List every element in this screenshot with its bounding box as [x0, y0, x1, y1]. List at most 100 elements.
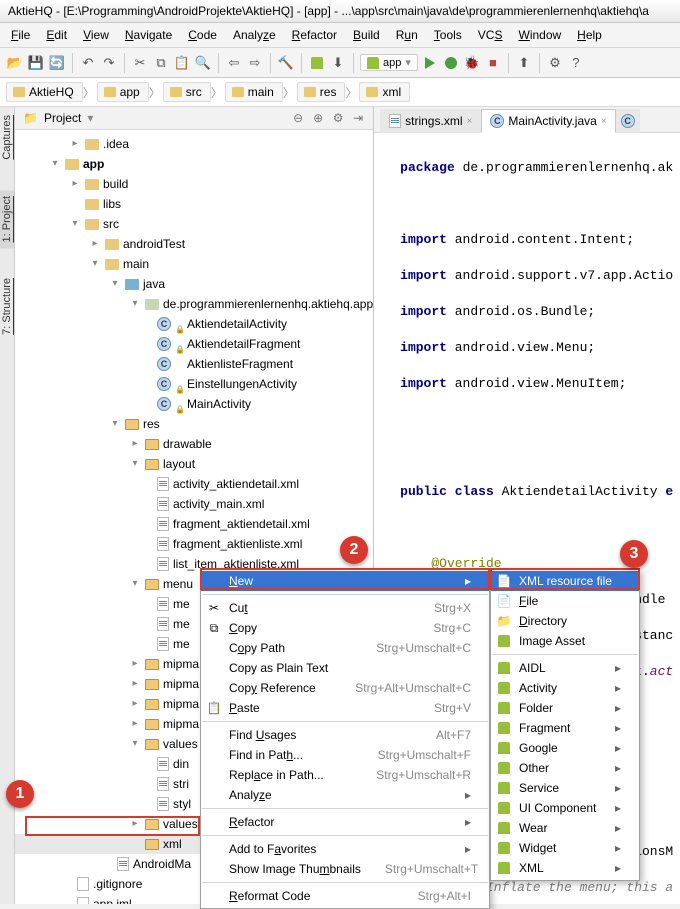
ctx-show-thumbnails[interactable]: Show Image ThumbnailsStrg+Umschalt+T [201, 859, 489, 879]
android-icon [497, 841, 511, 855]
new-fragment[interactable]: Fragment▸ [491, 718, 639, 738]
menu-run[interactable]: Run [389, 26, 425, 44]
run-config-selector[interactable]: app ▾ [360, 54, 418, 71]
toolwin-captures[interactable]: Captures [1, 115, 13, 160]
project-icon: 📁 [23, 111, 38, 125]
android-icon [497, 761, 511, 775]
menu-file[interactable]: File [4, 26, 37, 44]
close-icon[interactable]: × [601, 116, 607, 127]
ctx-analyze[interactable]: Analyze▸ [201, 785, 489, 805]
class-icon: C [490, 114, 504, 128]
undo-icon[interactable]: ↶ [79, 54, 97, 72]
make-icon[interactable]: 🔨 [277, 54, 295, 72]
sync-icon[interactable]: 🔄 [48, 54, 66, 72]
new-xml-resource[interactable]: 📄XML resource file [491, 571, 639, 591]
android-icon [497, 634, 511, 648]
callout-badge-2: 2 [340, 536, 368, 564]
new-wear[interactable]: Wear▸ [491, 818, 639, 838]
copy-icon[interactable]: ⧉ [152, 54, 170, 72]
crumb-app[interactable]: app [97, 82, 149, 102]
crumb-main[interactable]: main [225, 82, 283, 102]
toolwin-structure[interactable]: 7: Structure [1, 278, 13, 335]
debug-icon[interactable] [442, 54, 460, 72]
sdk-icon[interactable]: ⬇ [329, 54, 347, 72]
tab-more[interactable]: C [616, 109, 640, 133]
main-toolbar: 📂 💾 🔄 ↶ ↷ ✂ ⧉ 📋 🔍 ⇦ ⇨ 🔨 ⬇ app ▾ 🐞 ■ ⬆ ⚙ … [0, 48, 680, 78]
ctx-copy-ref[interactable]: Copy ReferenceStrg+Alt+Umschalt+C [201, 678, 489, 698]
ctx-refactor[interactable]: Refactor▸ [201, 812, 489, 832]
menu-vcs[interactable]: VCS [471, 26, 510, 44]
menu-window[interactable]: Window [511, 26, 568, 44]
menu-build[interactable]: Build [346, 26, 387, 44]
ctx-cut[interactable]: ✂CutStrg+X [201, 598, 489, 618]
tab-strings[interactable]: strings.xml × [380, 109, 481, 133]
new-image-asset[interactable]: Image Asset [491, 631, 639, 651]
git-icon[interactable]: ⬆ [515, 54, 533, 72]
settings-icon[interactable]: ⚙ [546, 54, 564, 72]
window-title: AktieHQ - [E:\Programming\AndroidProjekt… [0, 0, 680, 23]
ctx-new[interactable]: New▸ [201, 571, 489, 591]
open-icon[interactable]: 📂 [6, 54, 24, 72]
hide-icon[interactable]: ⇥ [351, 111, 365, 125]
ctx-replace-in-path[interactable]: Replace in Path...Strg+Umschalt+R [201, 765, 489, 785]
collapse-icon[interactable]: ⊖ [291, 111, 305, 125]
ctx-paste[interactable]: 📋PasteStrg+V [201, 698, 489, 718]
new-activity[interactable]: Activity▸ [491, 678, 639, 698]
gear-icon[interactable]: ⚙ [331, 111, 345, 125]
menu-analyze[interactable]: Analyze [226, 26, 283, 44]
toolwin-project[interactable]: 1: Project [0, 190, 14, 248]
ctx-add-favorites[interactable]: Add to Favorites▸ [201, 839, 489, 859]
menu-code[interactable]: Code [181, 26, 224, 44]
crumb-xml[interactable]: xml [359, 82, 410, 102]
find-icon[interactable]: 🔍 [194, 54, 212, 72]
menu-navigate[interactable]: Navigate [118, 26, 179, 44]
forward-icon[interactable]: ⇨ [246, 54, 264, 72]
attach-icon[interactable]: 🐞 [463, 54, 481, 72]
ctx-copy-path[interactable]: Copy PathStrg+Umschalt+C [201, 638, 489, 658]
cut-icon[interactable]: ✂ [131, 54, 149, 72]
menu-refactor[interactable]: Refactor [285, 26, 344, 44]
ctx-find-usages[interactable]: Find UsagesAlt+F7 [201, 725, 489, 745]
close-icon[interactable]: × [466, 116, 472, 127]
project-header: 📁 Project ▾ ⊖ ⊕ ⚙ ⇥ [15, 107, 373, 130]
ctx-copy[interactable]: ⧉CopyStrg+C [201, 618, 489, 638]
crumb-res[interactable]: res [297, 82, 346, 102]
run-config-label: app [383, 57, 401, 69]
menu-edit[interactable]: Edit [39, 26, 74, 44]
redo-icon[interactable]: ↷ [100, 54, 118, 72]
crumb-project[interactable]: AktieHQ [6, 82, 83, 102]
new-folder[interactable]: Folder▸ [491, 698, 639, 718]
new-aidl[interactable]: AIDL▸ [491, 658, 639, 678]
menu-help[interactable]: Help [570, 26, 609, 44]
paste-icon[interactable]: 📋 [173, 54, 191, 72]
menu-tools[interactable]: Tools [427, 26, 469, 44]
back-icon[interactable]: ⇦ [225, 54, 243, 72]
stop-icon[interactable]: ■ [484, 54, 502, 72]
ctx-copy-plain[interactable]: Copy as Plain Text [201, 658, 489, 678]
android-icon [497, 661, 511, 675]
save-icon[interactable]: 💾 [27, 54, 45, 72]
android-icon [497, 741, 511, 755]
avd-icon[interactable] [308, 54, 326, 72]
ctx-find-in-path[interactable]: Find in Path...Strg+Umschalt+F [201, 745, 489, 765]
crumb-src[interactable]: src [163, 82, 211, 102]
new-ui-component[interactable]: UI Component▸ [491, 798, 639, 818]
chevron-down-icon[interactable]: ▾ [87, 111, 93, 125]
target-icon[interactable]: ⊕ [311, 111, 325, 125]
ctx-reformat[interactable]: Reformat CodeStrg+Alt+I [201, 886, 489, 906]
help-icon[interactable]: ? [567, 54, 585, 72]
new-xml[interactable]: XML▸ [491, 858, 639, 878]
context-menu: New▸ ✂CutStrg+X ⧉CopyStrg+C Copy PathStr… [200, 568, 490, 909]
run-icon[interactable] [421, 54, 439, 72]
new-service[interactable]: Service▸ [491, 778, 639, 798]
android-icon [497, 801, 511, 815]
android-icon [497, 681, 511, 695]
android-icon [497, 821, 511, 835]
new-file[interactable]: 📄File [491, 591, 639, 611]
new-directory[interactable]: 📁Directory [491, 611, 639, 631]
new-google[interactable]: Google▸ [491, 738, 639, 758]
new-other[interactable]: Other▸ [491, 758, 639, 778]
tab-mainactivity[interactable]: C MainActivity.java × [481, 109, 615, 133]
menu-view[interactable]: View [76, 26, 116, 44]
new-widget[interactable]: Widget▸ [491, 838, 639, 858]
